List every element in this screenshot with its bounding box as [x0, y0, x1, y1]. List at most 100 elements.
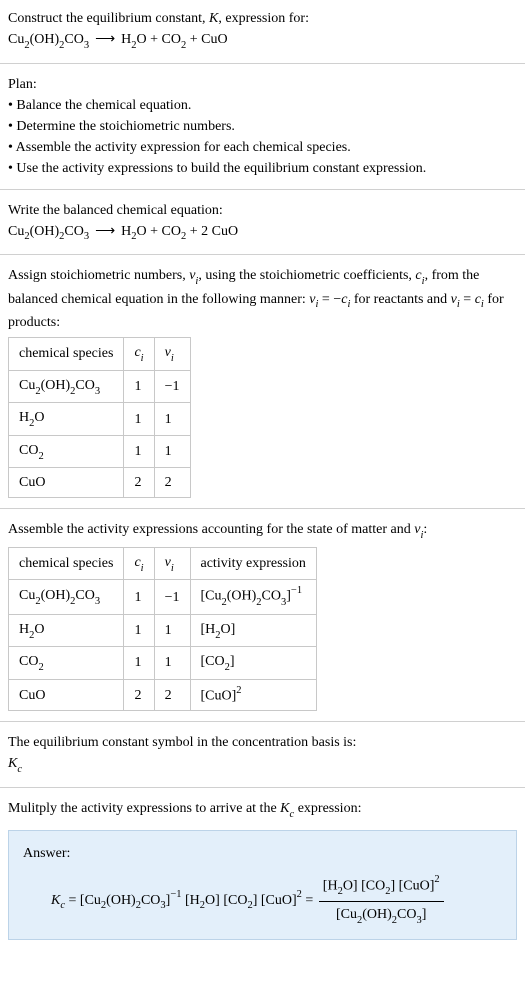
- eq1-sub2a: 2: [24, 40, 29, 51]
- eq2-oco: O + CO: [137, 224, 181, 239]
- assign-eqfs: i: [481, 299, 484, 310]
- divider-1: [0, 63, 525, 64]
- kc-section: The equilibrium constant symbol in the c…: [0, 724, 525, 785]
- assign-nui: i: [195, 276, 198, 287]
- cell-c: 2: [124, 679, 154, 711]
- cell-activity: [Cu2(OH)2CO3]−1: [190, 580, 316, 614]
- cell-species: CO2: [9, 647, 124, 680]
- cell-c: 1: [124, 435, 154, 468]
- assign-eqds: i: [457, 299, 460, 310]
- th-species: chemical species: [9, 338, 124, 371]
- assemble-suffix: :: [423, 522, 427, 537]
- kc-line1: The equilibrium constant symbol in the c…: [8, 732, 517, 753]
- eq2-h: H: [121, 224, 131, 239]
- eq2-h2sub: 2: [131, 231, 136, 242]
- cell-nu: 2: [154, 679, 190, 711]
- eq2-co: CO: [64, 224, 83, 239]
- table-row: Cu2(OH)2CO3 1 −1 [Cu2(OH)2CO3]−1: [9, 580, 317, 614]
- table-row: H2O 1 1 [H2O]: [9, 614, 317, 647]
- mult-text2: expression:: [294, 801, 361, 816]
- cell-activity: [CuO]2: [190, 679, 316, 711]
- assemble-text1: Assemble the activity expressions accoun…: [8, 522, 414, 537]
- eq1-arrow: ⟶: [89, 32, 121, 47]
- prompt-text1: Construct the equilibrium constant,: [8, 11, 209, 26]
- table-row: CO2 1 1: [9, 435, 191, 468]
- plan-section: Plan: • Balance the chemical equation. •…: [0, 66, 525, 187]
- cell-activity: [H2O]: [190, 614, 316, 647]
- cell-species: H2O: [9, 403, 124, 436]
- table-row: H2O 1 1: [9, 403, 191, 436]
- assign-text1: Assign stoichiometric numbers,: [8, 268, 189, 283]
- cell-species: CuO: [9, 468, 124, 498]
- assemble-section: Assemble the activity expressions accoun…: [0, 511, 525, 719]
- plan-bullet-1: • Balance the chemical equation.: [8, 95, 517, 116]
- assemble-var: ν: [414, 522, 420, 537]
- table-row: Cu2(OH)2CO3 1 −1: [9, 370, 191, 403]
- table-row: CuO 2 2 [CuO]2: [9, 679, 317, 711]
- eq1-cu: Cu: [8, 32, 24, 47]
- cell-species: Cu2(OH)2CO3: [9, 580, 124, 614]
- divider-6: [0, 787, 525, 788]
- eq2-oh: (OH): [30, 224, 60, 239]
- eq1-sub2b: 2: [59, 40, 64, 51]
- table-row: CuO 2 2: [9, 468, 191, 498]
- th-ci: ci: [124, 547, 154, 580]
- cell-species: Cu2(OH)2CO3: [9, 370, 124, 403]
- cell-nu: −1: [154, 370, 190, 403]
- th-nu2: ν: [165, 555, 171, 570]
- divider-5: [0, 721, 525, 722]
- multiply-paragraph: Mulitply the activity expressions to arr…: [8, 798, 517, 822]
- ans-term1: [Cu2(OH)2CO3]−1 [H2O] [CO2] [CuO]2: [80, 893, 302, 908]
- eq1-h: H: [121, 32, 131, 47]
- ans-Kc-K: K: [51, 893, 60, 908]
- assemble-sub: i: [421, 530, 424, 541]
- kc-symbol: Kc: [8, 753, 517, 777]
- equation-balanced: Cu2(OH)2CO3⟶H2O + CO2 + 2 CuO: [8, 221, 517, 245]
- plan-bullet-3: • Assemble the activity expression for e…: [8, 137, 517, 158]
- th-cs2: i: [141, 563, 144, 574]
- table-header-row: chemical species ci νi activity expressi…: [9, 547, 317, 580]
- assign-c: c: [415, 268, 421, 283]
- assign-eqas: i: [316, 299, 319, 310]
- eq1-cuo: + CuO: [186, 32, 227, 47]
- cell-nu: 1: [154, 614, 190, 647]
- cell-species: CO2: [9, 435, 124, 468]
- assign-eqcs: i: [347, 299, 350, 310]
- th-nus: i: [171, 353, 174, 364]
- header-section: Construct the equilibrium constant, K, e…: [0, 0, 525, 61]
- ans-eq2: =: [305, 893, 316, 908]
- var-K: K: [209, 11, 218, 26]
- cell-nu: −1: [154, 580, 190, 614]
- ans-denominator: [Cu2(OH)2CO3]: [319, 902, 444, 928]
- balanced-section: Write the balanced chemical equation: Cu…: [0, 192, 525, 253]
- cell-nu: 1: [154, 435, 190, 468]
- th-nui: νi: [154, 547, 190, 580]
- assign-ci: i: [422, 276, 425, 287]
- cell-c: 1: [124, 614, 154, 647]
- plan-title: Plan:: [8, 74, 517, 95]
- ans-eq1: =: [69, 893, 80, 908]
- th-activity: activity expression: [190, 547, 316, 580]
- eq2-sub2a: 2: [24, 231, 29, 242]
- th-c: c: [134, 345, 140, 360]
- eq2-cu: Cu: [8, 224, 24, 239]
- equation-unbalanced: Cu2(OH)2CO3⟶H2O + CO2 + CuO: [8, 29, 517, 53]
- prompt-suffix: , expression for:: [218, 11, 309, 26]
- cell-c: 2: [124, 468, 154, 498]
- divider-3: [0, 254, 525, 255]
- mult-var: K: [280, 801, 289, 816]
- eq1-h2sub: 2: [131, 40, 136, 51]
- cell-c: 1: [124, 370, 154, 403]
- cell-c: 1: [124, 647, 154, 680]
- cell-nu: 2: [154, 468, 190, 498]
- ans-fraction: [H2O] [CO2] [CuO]2 [Cu2(OH)2CO3]: [317, 874, 446, 928]
- answer-box: Answer: Kc = [Cu2(OH)2CO3]−1 [H2O] [CO2]…: [8, 830, 517, 941]
- eq2-arrow: ⟶: [89, 224, 121, 239]
- multiply-section: Mulitply the activity expressions to arr…: [0, 790, 525, 830]
- eq2-cuo: + 2 CuO: [186, 224, 238, 239]
- table-header-row: chemical species ci νi: [9, 338, 191, 371]
- assign-text2: , using the stoichiometric coefficients,: [198, 268, 415, 283]
- activity-table: chemical species ci νi activity expressi…: [8, 547, 317, 712]
- th-cs: i: [141, 353, 144, 364]
- mult-sub: c: [290, 809, 295, 820]
